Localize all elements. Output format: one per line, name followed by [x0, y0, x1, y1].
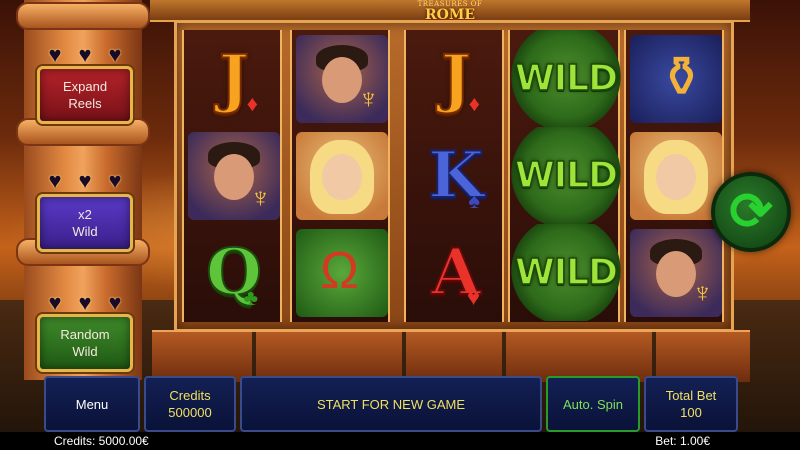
auto-spin-button[interactable]: Auto. Spin — [546, 376, 640, 432]
club-icon: ♣ — [243, 285, 258, 310]
expand-reels-feature[interactable]: Expand Reels — [37, 66, 133, 124]
reel-4: WILD WILD WILD — [508, 30, 622, 322]
total-bet-label: Total Bet — [665, 388, 717, 403]
amphora-icon: ⚱ — [658, 44, 705, 108]
goblet-icon: ♆ — [692, 276, 713, 308]
control-panel: Menu Credits 500000 START FOR NEW GAME A… — [40, 376, 750, 432]
reel-plinth — [406, 330, 502, 382]
status-bar: Credits: 5000.00€ Bet: 1.00€ — [0, 432, 800, 450]
reel-plinth — [256, 330, 402, 382]
bacchus-portrait: ♆ — [188, 131, 280, 220]
credits-label: Credits — [169, 388, 211, 403]
random-wild-feature[interactable]: Random Wild — [37, 314, 133, 372]
reel-1: J ♦ ♆ Q ♣ — [182, 30, 282, 322]
reel-2: ♆ Ω — [290, 30, 390, 322]
heart-gem-icon: ♥ — [78, 290, 92, 315]
symbol-j: J ♦ — [406, 30, 506, 127]
menu-button[interactable]: Menu — [44, 376, 140, 432]
blonde-lady-portrait — [296, 131, 388, 220]
spade-icon: ♠ — [468, 188, 480, 213]
bacchus-portrait: ♆ — [296, 34, 388, 123]
symbol-wild: WILD — [510, 224, 622, 321]
gem-row: ♥ ♥ ♥ — [40, 170, 130, 192]
reel-plinth — [506, 330, 652, 382]
symbol-blonde-lady — [292, 127, 392, 224]
x2-wild-feature[interactable]: x2 Wild — [37, 194, 133, 252]
letter-j: J — [218, 40, 250, 116]
goblet-icon: ♆ — [250, 181, 271, 213]
total-bet-value: 100 — [680, 405, 702, 420]
wild-label: WILD — [514, 251, 618, 294]
lyre-icon: Ω — [320, 241, 359, 300]
symbol-wild: WILD — [510, 30, 622, 127]
total-bet-button[interactable]: Total Bet 100 — [644, 376, 738, 432]
symbol-wild: WILD — [510, 127, 622, 224]
heart-gem-icon: ♥ — [108, 168, 122, 193]
symbol-bacchus: ♆ — [626, 224, 726, 321]
status-bet: Bet: 1.00€ — [655, 434, 710, 448]
start-message-button[interactable]: START FOR NEW GAME — [240, 376, 542, 432]
feature-label-line2: Wild — [72, 224, 98, 239]
refresh-arrows-icon: ⟳ — [729, 183, 773, 241]
symbol-bacchus: ♆ — [184, 127, 284, 224]
heart-icon: ♥ — [466, 285, 480, 310]
letter-j: J — [440, 40, 472, 116]
gem-row: ♥ ♥ ♥ — [40, 292, 130, 314]
goblet-icon: ♆ — [358, 82, 379, 114]
credits-display: Credits 500000 — [144, 376, 236, 432]
heart-gem-icon: ♥ — [108, 290, 122, 315]
diamond-icon: ♦ — [246, 91, 258, 116]
feature-label-line1: Random — [60, 327, 110, 342]
bacchus-portrait: ♆ — [630, 228, 722, 317]
credits-value: 500000 — [168, 405, 212, 420]
heart-gem-icon: ♥ — [48, 290, 62, 315]
wild-label: WILD — [514, 154, 618, 197]
pillar-capital — [16, 2, 150, 30]
start-message: START FOR NEW GAME — [316, 396, 466, 412]
wild-label: WILD — [514, 57, 618, 100]
symbol-bacchus: ♆ — [292, 30, 392, 127]
blonde-lady-portrait — [630, 131, 722, 220]
symbol-lyre: Ω — [292, 224, 392, 321]
symbol-j: J ♦ — [184, 30, 284, 127]
reel-3: J ♦ K ♠ A ♥ — [404, 30, 504, 322]
status-credits: Credits: 5000.00€ — [54, 434, 149, 448]
symbol-a: A ♥ — [406, 224, 506, 321]
feature-label-line1: x2 — [78, 207, 92, 222]
symbol-q: Q ♣ — [184, 224, 284, 321]
heart-gem-icon: ♥ — [48, 168, 62, 193]
menu-label: Menu — [75, 396, 109, 412]
feature-label-line1: Expand — [62, 79, 108, 94]
reel-5: ⚱ ♆ — [624, 30, 724, 322]
heart-gem-icon: ♥ — [78, 168, 92, 193]
spin-button[interactable]: ⟳ — [711, 172, 791, 252]
reel-plinth — [656, 330, 750, 382]
reel-plinth — [152, 330, 252, 382]
heart-gem-icon: ♥ — [78, 42, 92, 67]
symbol-k: K ♠ — [406, 127, 506, 224]
amphora-tile: ⚱ — [630, 34, 722, 123]
heart-gem-icon: ♥ — [48, 42, 62, 67]
auto-spin-label: Auto. Spin — [563, 396, 623, 412]
feature-label-line2: Reels — [68, 96, 102, 111]
gem-row: ♥ ♥ ♥ — [40, 44, 130, 66]
symbol-amphora: ⚱ — [626, 30, 726, 127]
feature-label-line2: Wild — [72, 344, 98, 359]
diamond-icon: ♦ — [468, 91, 480, 116]
heart-gem-icon: ♥ — [108, 42, 122, 67]
lyre-tile: Ω — [296, 228, 388, 317]
